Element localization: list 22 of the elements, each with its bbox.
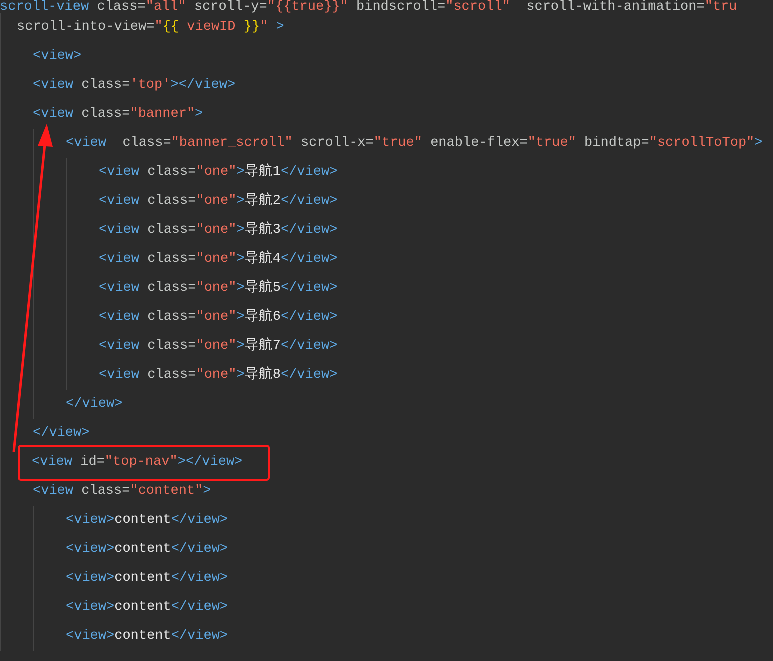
code-line: <view>content</view>: [66, 570, 228, 588]
code-line: <view class="banner_scroll" scroll-x="true" enable-flex="true" bindtap="scrollToTop">: [66, 134, 763, 152]
code-line: </view>: [66, 396, 123, 414]
code-line: <view class="banner">: [33, 106, 204, 124]
code-line: <view class="one">导航8</view>: [99, 366, 338, 384]
code-line: <view class='top'></view>: [33, 76, 236, 94]
code-line: <view class="one">导航7</view>: [99, 338, 338, 356]
code-line: </view>: [33, 424, 90, 442]
code-line: <view>content</view>: [66, 598, 228, 616]
code-line: <view class="one">导航3</view>: [99, 222, 338, 240]
code-line: <view class="content">: [33, 482, 212, 500]
code-line: <view>content</view>: [66, 540, 228, 558]
code-line: <view class="one">导航4</view>: [99, 250, 338, 268]
code-line: <view class="one">导航6</view>: [99, 308, 338, 326]
code-line: <view>: [33, 48, 82, 66]
code-line: <view class="one">导航2</view>: [99, 192, 338, 210]
code-line: <view class="one">导航1</view>: [99, 164, 338, 182]
code-line: <view>content</view>: [66, 512, 228, 530]
code-line: <view>content</view>: [66, 628, 228, 646]
code-line: scroll-view class="all" scroll-y="{{true}}" bindscroll="scroll" scroll-with-animation="tru: [0, 0, 738, 17]
code-line: <view class="one">导航5</view>: [99, 280, 338, 298]
code-line: scroll-into-view="{{ viewID }}" >: [17, 18, 284, 36]
